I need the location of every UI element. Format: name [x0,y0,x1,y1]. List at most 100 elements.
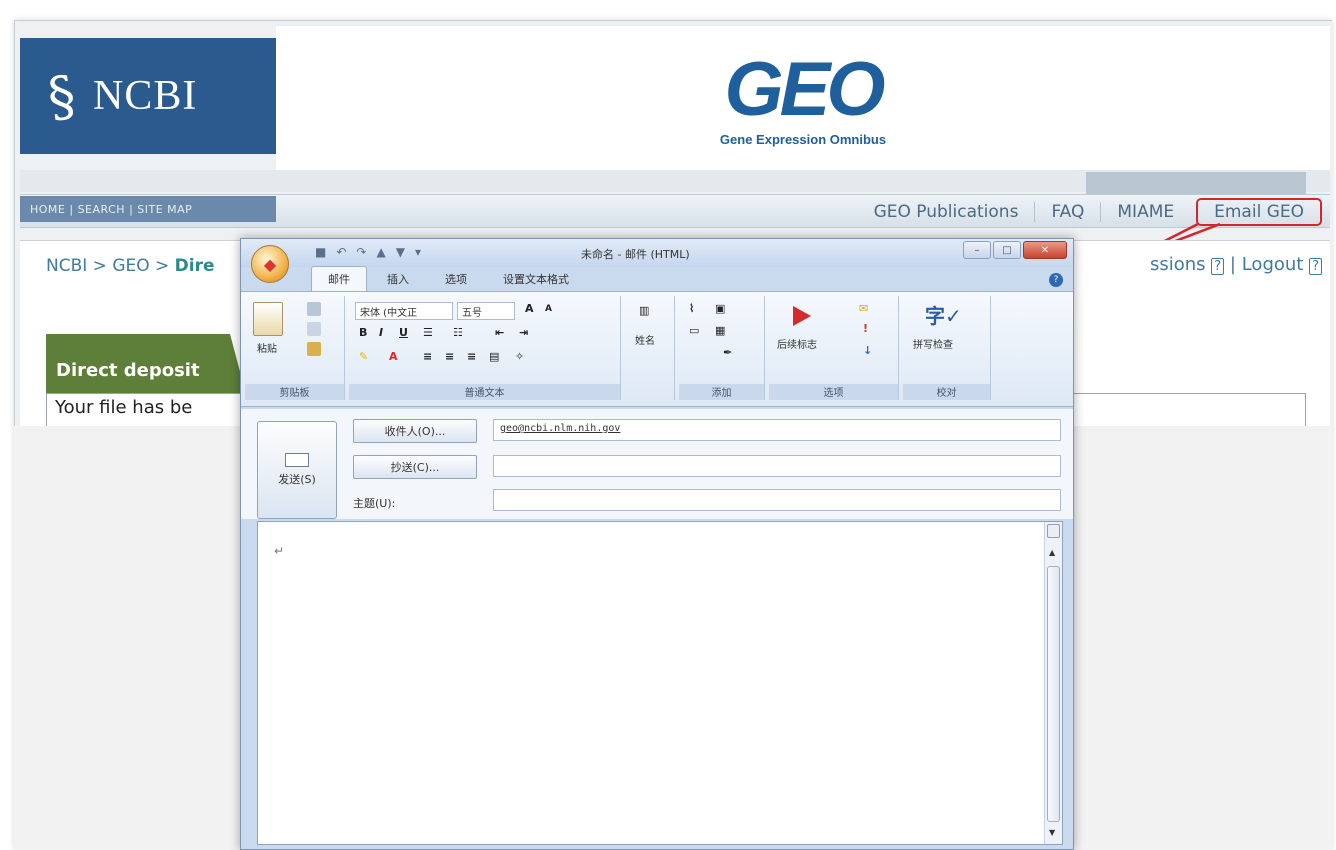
attach-file-icon[interactable]: ⌇ [689,302,694,315]
copy-icon[interactable] [307,322,321,336]
follow-up-flag-icon[interactable] [793,306,811,326]
scroll-up-icon[interactable]: ▲ [1049,548,1055,557]
font-name-select[interactable]: 宋体 (中文正 [355,302,453,320]
geo-logo[interactable]: GEO [725,49,886,130]
ncbi-logo[interactable]: § NCBI [20,38,276,154]
breadcrumb-path[interactable]: NCBI > GEO > [46,256,175,276]
paste-button-label[interactable]: 粘贴 [257,340,277,355]
tab-format-text[interactable]: 设置文本格式 [487,267,585,291]
link-separator: | [1229,254,1242,275]
cc-field[interactable] [493,455,1061,477]
window-title: 未命名 - 邮件 (HTML) [581,248,690,261]
office-button-icon[interactable]: ◆ [251,245,289,283]
basic-text-group-label: 普通文本 [349,384,620,400]
up-arrow-icon[interactable]: ▲ [376,245,385,259]
cut-icon[interactable] [307,302,321,316]
paragraph-mark: ↵ [274,544,285,558]
permission-icon[interactable]: ✉ [859,302,868,315]
business-card-icon[interactable]: ▭ [689,324,699,337]
align-right-icon[interactable]: ≡ [467,350,476,363]
follow-up-button[interactable]: 后续标志 [777,336,817,351]
customize-qat-icon[interactable]: ▾ [415,245,421,259]
window-titlebar: ◆ ■ ↶ ↷ ▲ ▼ ▾ 未命名 - 邮件 (HTML) – □ ✕ [241,239,1073,283]
to-button[interactable]: 收件人(O)... [353,419,477,443]
ruler-icon[interactable] [1047,524,1060,538]
geo-publications-link[interactable]: GEO Publications [858,202,1035,222]
minimize-icon[interactable]: – [963,241,991,259]
maximize-icon[interactable]: □ [993,241,1021,259]
mail-compose-window: ◆ ■ ↶ ↷ ▲ ▼ ▾ 未命名 - 邮件 (HTML) – □ ✕ 邮件 插… [240,238,1074,850]
save-icon[interactable]: ■ [315,245,326,259]
header-band-accent [1086,172,1306,194]
align-left-icon[interactable]: ≡ [423,350,432,363]
miame-link[interactable]: MIAME [1100,202,1190,222]
high-importance-icon[interactable]: ! [863,322,868,335]
attach-item-icon[interactable]: ▣ [715,302,725,315]
send-envelope-icon [285,453,309,467]
close-icon[interactable]: ✕ [1023,241,1067,259]
spelling-icon[interactable]: 字✓ [925,300,962,329]
help-icon[interactable]: ? [1211,258,1225,275]
signature-icon[interactable]: ✒ [723,346,732,359]
highlight-color-icon[interactable]: ✎ [359,350,368,363]
undo-icon[interactable]: ↶ [336,245,346,259]
ribbon-tabs: 邮件 插入 选项 设置文本格式 ? [241,266,1073,291]
font-color-icon[interactable]: A [389,350,398,363]
bold-icon[interactable]: B [359,326,367,339]
proofing-group: 字✓ 拼写检查 校对 [903,296,991,400]
bullets-icon[interactable]: ☰ [423,326,433,339]
cc-button[interactable]: 抄送(C)... [353,455,477,479]
names-group: ▥ 姓名 [625,296,675,400]
address-book-icon[interactable]: ▥ [639,304,649,317]
decrease-indent-icon[interactable]: ⇤ [495,326,504,339]
to-field[interactable]: geo@ncbi.nlm.nih.gov [493,419,1061,441]
check-names-button[interactable]: 姓名 [635,332,655,347]
quick-access-toolbar: ■ ↶ ↷ ▲ ▼ ▾ [315,245,421,259]
ncbi-logo-text: NCBI [93,73,198,119]
submissions-link[interactable]: ssions [1150,254,1206,275]
geo-banner: GEO Gene Expression Omnibus [276,26,1330,170]
font-size-select[interactable]: 五号 [457,302,515,320]
message-body[interactable]: ↵ ▲ ▼ [257,521,1063,845]
options-group-label: 选项 [769,384,898,400]
scroll-thumb[interactable] [1047,566,1060,822]
send-button[interactable]: 发送(S) [257,421,337,519]
tab-message[interactable]: 邮件 [311,266,367,291]
spelling-button[interactable]: 拼写检查 [913,336,953,351]
format-painter-icon[interactable] [307,342,321,356]
subject-field[interactable] [493,489,1061,511]
include-group-label: 添加 [679,384,764,400]
scroll-down-icon[interactable]: ▼ [1049,828,1055,837]
help-icon[interactable]: ? [1049,273,1063,287]
faq-link[interactable]: FAQ [1034,202,1100,222]
window-controls: – □ ✕ [963,241,1067,259]
direct-deposit-heading: Direct deposit [46,334,246,394]
calendar-icon[interactable]: ▦ [715,324,725,337]
logout-help-icon[interactable]: ? [1309,258,1322,275]
low-importance-icon[interactable]: ↓ [863,344,872,357]
underline-icon[interactable]: U [399,326,408,339]
grow-font-icon[interactable]: A [525,302,534,315]
down-arrow-icon[interactable]: ▼ [396,245,405,259]
numbering-icon[interactable]: ☷ [453,326,463,339]
ncbi-nav-links[interactable]: HOME | SEARCH | SITE MAP [20,196,276,222]
paste-icon[interactable] [253,302,283,336]
vertical-scrollbar[interactable]: ▲ ▼ [1044,522,1062,844]
tab-insert[interactable]: 插入 [371,267,425,291]
basic-text-group: 宋体 (中文正 五号 A A B I U ☰ ☷ ⇤ ⇥ ✎ A ≡ ≡ ≡ ▤… [349,296,621,400]
ncbi-helix-icon: § [43,62,80,130]
increase-indent-icon[interactable]: ⇥ [519,326,528,339]
ribbon: 粘贴 剪贴板 宋体 (中文正 五号 A A B I U ☰ ☷ ⇤ ⇥ ✎ A … [241,291,1073,407]
logout-link[interactable]: Logout [1242,254,1304,275]
align-center-icon[interactable]: ≡ [445,350,454,363]
styles-icon[interactable]: ✧ [515,350,524,363]
redo-icon[interactable]: ↷ [356,245,366,259]
clipboard-group-label: 剪贴板 [245,384,344,400]
tab-options[interactable]: 选项 [429,267,483,291]
shrink-font-icon[interactable]: A [545,304,552,314]
options-group: 后续标志 ✉ ! ↓ 选项 [769,296,899,400]
clipboard-group: 粘贴 剪贴板 [245,296,345,400]
justify-icon[interactable]: ▤ [489,350,499,363]
breadcrumb-current: Dire [174,256,215,276]
italic-icon[interactable]: I [379,326,383,339]
